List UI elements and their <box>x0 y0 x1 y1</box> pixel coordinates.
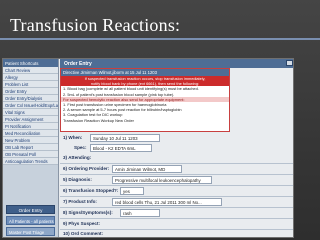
form-row-phys-suspect: 9) Phys Suspect: <box>60 219 293 229</box>
form-row-transfusion-stopped: 6) Transfusion Stopped?: yes <box>60 186 293 196</box>
field-label: 1) When: <box>63 135 83 140</box>
sidebar-item-order-cancel[interactable]: Order Cxl Issue/Hold/Exp/Lab <box>3 102 58 109</box>
field-label: 10) Ord Comment: <box>63 231 104 236</box>
field-label: 6) Transfusion Stopped?: <box>63 188 119 193</box>
form-row-signs-symptoms: 8) Signs/Symptoms(s): rash <box>60 208 293 218</box>
triage-list-selector[interactable]: Master Post Triage <box>6 227 55 236</box>
form-row-product-info: 7) Product Info: red blood cells Thu, 21… <box>60 197 293 207</box>
title-divider <box>0 38 320 40</box>
sidebar-item-ob-lab-report[interactable]: OB Lab Report <box>3 144 58 151</box>
patient-list-selector[interactable]: All Patients - all patients <box>6 216 55 225</box>
field-label: 7) Product Info: <box>63 199 97 204</box>
sidebar-header: Patient Shortcuts <box>3 59 58 67</box>
form-row-ord-comment: 10) Ord Comment: <box>60 229 293 237</box>
product-info-field[interactable]: red blood cells Thu, 21 Jul 2011 300 ml … <box>112 198 222 206</box>
sidebar-item-chart-review[interactable]: Chart Review <box>3 67 58 74</box>
form-row-ordering-provider: 6) Ordering Provider: Amin Jiminan Wilmo… <box>60 164 293 174</box>
form-row-attending: 3) Attending: <box>60 153 293 163</box>
sidebar-item-pi-notification[interactable]: PI Notification <box>3 123 58 130</box>
ehr-screenshot: Patient Shortcuts Chart Review Allergy P… <box>2 58 294 238</box>
ordering-provider-field[interactable]: Amin Jiminan Wilmot, MD <box>112 165 182 173</box>
transfusion-alert-panel: Directive Jimirman Wilmot,jiborm at 15 J… <box>60 68 230 132</box>
form-row-spec: Spec: Blood - K2 EDTA 6mL <box>60 143 293 153</box>
sidebar-item-ob-prenatal-poll[interactable]: OB Prenatal Poll <box>3 151 58 158</box>
form-row-diagnosis: 5) Diagnosis: Progressive multifocal leu… <box>60 175 293 185</box>
sidebar-item-new-problem[interactable]: New Problem <box>3 137 58 144</box>
form-row-when: 1) When: Sunday 10 Jul 11 1203 <box>60 133 293 143</box>
order-entry-titlebar: Order Entry <box>60 59 293 68</box>
order-entry-button[interactable]: Order Entry <box>6 205 55 214</box>
signs-symptoms-field[interactable]: rash <box>120 209 160 217</box>
sidebar-item-order-entry-dialysis[interactable]: Order Entry/Dialysis <box>3 95 58 102</box>
sidebar-item-med-reconciliation[interactable]: Med Reconciliation <box>3 130 58 137</box>
presentation-slide: Transfusion Reactions: Patient Shortcuts… <box>0 0 320 240</box>
diagnosis-field[interactable]: Progressive multifocal leukoencephalopat… <box>112 176 212 184</box>
alert-line[interactable]: Transfusion Reaction Workup New Order <box>61 118 229 123</box>
sidebar-item-vital-signs[interactable]: Vital Signs <box>3 109 58 116</box>
sidebar-item-problem-list[interactable]: Problem List <box>3 81 58 88</box>
field-label: 8) Signs/Symptoms(s): <box>63 210 113 215</box>
patient-shortcuts-sidebar: Patient Shortcuts Chart Review Allergy P… <box>3 59 59 237</box>
sidebar-spacer <box>3 165 58 203</box>
sidebar-item-provider-assignment[interactable]: Provider Assignment <box>3 116 58 123</box>
order-form: 1) When: Sunday 10 Jul 11 1203 Spec: Blo… <box>60 133 293 237</box>
field-label: 3) Attending: <box>63 155 92 160</box>
field-label: 5) Diagnosis: <box>63 177 92 182</box>
slide-title: Transfusion Reactions: <box>10 15 181 35</box>
field-label: Spec: <box>74 145 87 150</box>
sidebar-item-allergy[interactable]: Allergy <box>3 74 58 81</box>
sidebar-item-order-entry[interactable]: Order Entry <box>3 88 58 95</box>
transfusion-stopped-field[interactable]: yes <box>120 187 144 195</box>
sidebar-item-anticoagulation[interactable]: Anticoagulation Trends <box>3 158 58 165</box>
window-control-icon[interactable] <box>286 60 293 66</box>
alert-header: Directive Jimirman Wilmot,jiborm at 15 J… <box>61 69 229 76</box>
field-label: 6) Ordering Provider: <box>63 166 110 171</box>
order-entry-title: Order Entry <box>64 60 92 67</box>
when-field[interactable]: Sunday 10 Jul 11 1203 <box>90 134 160 142</box>
spec-field[interactable]: Blood - K2 EDTA 6mL <box>90 144 152 152</box>
field-label: 9) Phys Suspect: <box>63 221 101 226</box>
